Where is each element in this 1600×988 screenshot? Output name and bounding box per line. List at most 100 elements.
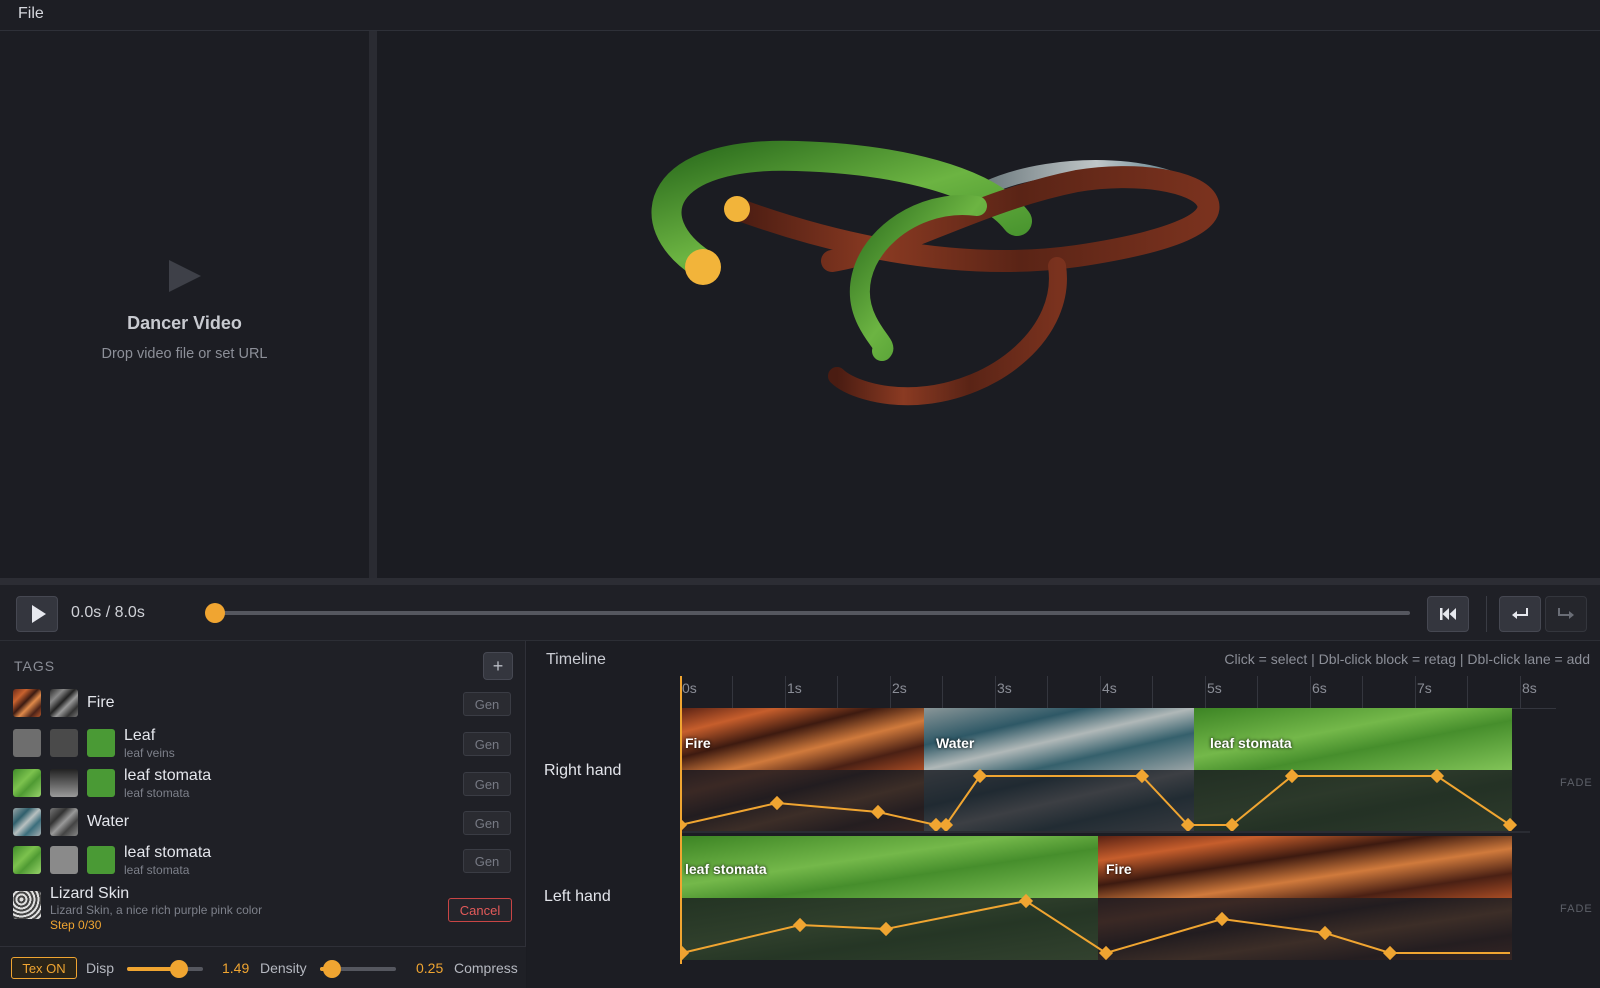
texture-toggle[interactable]: Tex ON: [11, 957, 77, 979]
ruler-tick: [1310, 676, 1311, 708]
menu-bar: [0, 0, 1600, 31]
tag-row-leaf[interactable]: Leaf leaf veins Gen: [0, 727, 526, 765]
color-thumbnail: [87, 846, 115, 874]
tag-row-fire[interactable]: Fire Gen: [0, 689, 526, 725]
redo-button[interactable]: [1545, 596, 1587, 632]
3d-viewport[interactable]: [377, 31, 1600, 578]
gen-button[interactable]: Gen: [463, 772, 511, 796]
tag-name: leaf stomata: [124, 767, 212, 784]
block-label: leaf stomata: [1210, 735, 1292, 751]
ruler-tick-label: 5s: [1207, 680, 1222, 696]
undo-button[interactable]: [1499, 596, 1541, 632]
tag-name: Leaf: [124, 727, 156, 744]
texture-thumbnail: [13, 689, 41, 717]
density-value: 0.25: [416, 960, 444, 976]
disp-slider-handle[interactable]: [170, 960, 188, 978]
tag-row-leaf-stomata[interactable]: leaf stomata leaf stomata Gen: [0, 767, 526, 805]
timeline-lanes[interactable]: [680, 708, 1530, 964]
lane-label-left-hand: Left hand: [544, 888, 611, 905]
block-label: Fire: [1106, 861, 1132, 877]
rewind-button[interactable]: [1427, 596, 1469, 632]
tag-subtitle: leaf veins: [124, 746, 175, 760]
compress-label: Compress: [454, 960, 518, 976]
block-label: Fire: [685, 735, 711, 751]
texture-thumbnail: [13, 769, 41, 797]
ruler-tick-label: 8s: [1522, 680, 1537, 696]
play-icon: [169, 260, 201, 292]
tag-name: Fire: [87, 694, 115, 711]
cancel-button[interactable]: Cancel: [448, 898, 512, 922]
ruler-tick: [1467, 676, 1468, 708]
ruler-tick: [1152, 676, 1153, 708]
texture-thumbnail: [13, 729, 41, 757]
tags-panel-title: TAGS: [14, 658, 56, 674]
tag-subtitle: leaf stomata: [124, 786, 190, 800]
ruler-tick: [1205, 676, 1206, 708]
play-button[interactable]: [16, 596, 58, 632]
displacement-thumbnail: [50, 846, 78, 874]
tag-row-water[interactable]: Water Gen: [0, 808, 526, 844]
video-drop-zone[interactable]: [0, 31, 369, 578]
ruler-tick-label: 4s: [1102, 680, 1117, 696]
pane-divider[interactable]: [369, 31, 377, 578]
add-tag-button[interactable]: +: [483, 652, 513, 680]
ruler-tick: [1520, 676, 1521, 708]
ruler-tick-label: 0s: [682, 680, 697, 696]
displacement-thumbnail: [50, 769, 78, 797]
ruler-tick: [890, 676, 891, 708]
displacement-thumbnail: [50, 689, 78, 717]
timeline-title: Timeline: [546, 651, 606, 668]
lane-label-right-hand: Right hand: [544, 762, 622, 779]
tag-name: leaf stomata: [124, 844, 212, 861]
generation-status: Step 0/30: [50, 918, 102, 932]
ruler-tick-label: 2s: [892, 680, 907, 696]
ruler-tick: [1047, 676, 1048, 708]
block-label: Water: [936, 735, 975, 751]
tag-name: Lizard Skin: [50, 885, 130, 902]
viewport-resize-handle[interactable]: [0, 578, 1600, 585]
scrubber-handle[interactable]: [205, 603, 225, 623]
density-slider-handle[interactable]: [323, 960, 341, 978]
ruler-tick: [732, 676, 733, 708]
redo-icon: [1558, 608, 1574, 619]
displacement-thumbnail: [50, 808, 78, 836]
timeline-block-fire[interactable]: [1098, 836, 1512, 898]
fade-region: [1098, 898, 1512, 960]
menu-file[interactable]: File: [18, 5, 44, 23]
ruler-tick: [785, 676, 786, 708]
scrubber-track[interactable]: [215, 611, 1410, 615]
color-thumbnail: [87, 769, 115, 797]
density-label: Density: [260, 960, 307, 976]
ribbon-render: [651, 140, 1220, 406]
fade-label: FADE: [1560, 903, 1593, 915]
ruler-tick: [1257, 676, 1258, 708]
ruler-tick: [1415, 676, 1416, 708]
block-label: leaf stomata: [685, 861, 767, 877]
skip-back-icon: [1440, 608, 1456, 620]
tag-subtitle: Lizard Skin, a nice rich purple pink col…: [50, 903, 263, 917]
tag-row-leaf-stomata[interactable]: leaf stomata leaf stomata Gen: [0, 844, 526, 882]
tag-name: Water: [87, 813, 130, 830]
ruler-tick: [1100, 676, 1101, 708]
fade-label: FADE: [1560, 777, 1593, 789]
disp-value: 1.49: [222, 960, 250, 976]
texture-thumbnail: [13, 891, 41, 919]
displacement-thumbnail: [50, 729, 78, 757]
play-icon: [32, 605, 46, 623]
timeline-hint: Click = select | Dbl-click block = retag…: [1224, 651, 1590, 667]
ruler-tick: [837, 676, 838, 708]
gen-button[interactable]: Gen: [463, 811, 511, 835]
divider: [1486, 596, 1487, 632]
playhead[interactable]: [680, 676, 682, 964]
gen-button[interactable]: Gen: [463, 849, 511, 873]
disp-label: Disp: [86, 960, 115, 976]
gen-button[interactable]: Gen: [463, 732, 511, 756]
ruler-tick-label: 6s: [1312, 680, 1327, 696]
time-ruler[interactable]: 0s 1s 2s 3s 4s 5s 6s 7s 8s: [680, 676, 1556, 709]
gen-button[interactable]: Gen: [463, 692, 511, 716]
video-hint: Drop video file or set URL: [101, 346, 268, 362]
fade-region: [924, 770, 1194, 832]
ruler-tick-label: 7s: [1417, 680, 1432, 696]
timeline-block-fire[interactable]: [680, 708, 924, 770]
texture-thumbnail: [13, 846, 41, 874]
